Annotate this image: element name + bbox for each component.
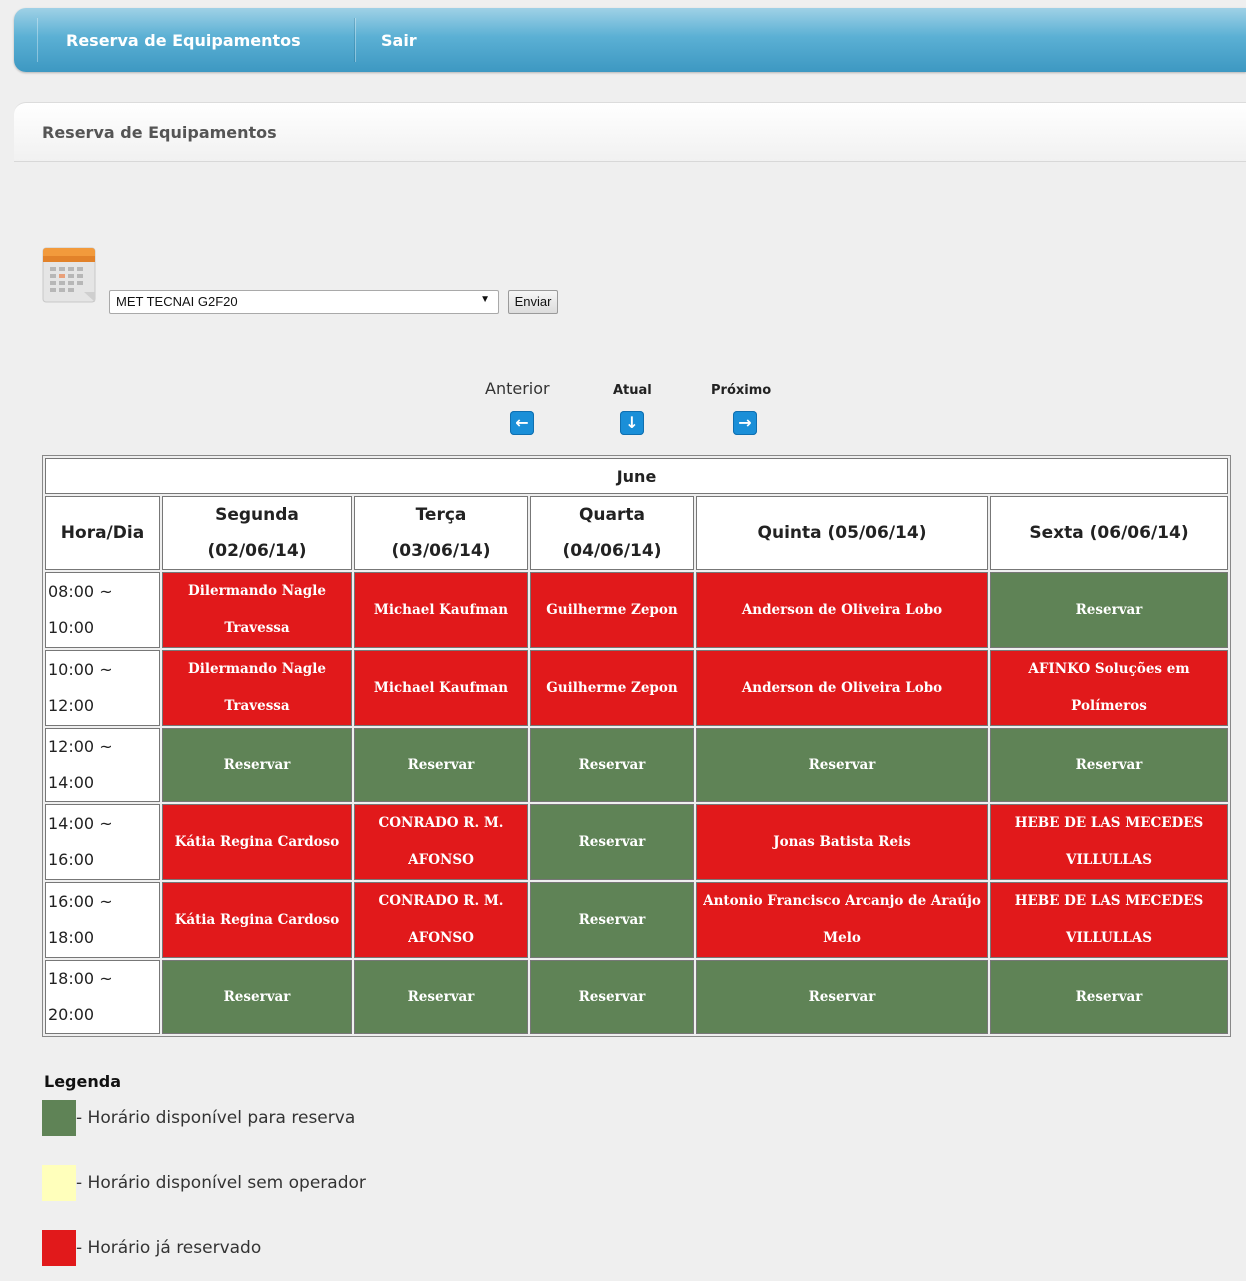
- month-header: June: [45, 458, 1228, 494]
- slot-booked[interactable]: Kátia Regina Cardoso: [162, 804, 352, 880]
- nav-item-sair[interactable]: Sair: [381, 8, 417, 72]
- slot-reservar[interactable]: Reservar: [990, 960, 1228, 1034]
- hour-start: 16:00 ~: [48, 892, 113, 911]
- day-name: Sexta: [1029, 523, 1084, 543]
- day-date: (03/06/14): [391, 541, 491, 561]
- slot-reservar[interactable]: Reservar: [530, 960, 694, 1034]
- hour-start: 10:00 ~: [48, 660, 113, 679]
- slot-reservar[interactable]: Reservar: [530, 728, 694, 802]
- panel-header: Reserva de Equipamentos: [14, 102, 1246, 162]
- legend-label: - Horário já reservado: [76, 1238, 262, 1258]
- hour-end: 10:00: [48, 618, 95, 637]
- nav-item-reserva[interactable]: Reserva de Equipamentos: [66, 8, 301, 72]
- table-row: 12:00 ~14:00 Reservar Reservar Reservar …: [45, 728, 1228, 802]
- slot-booked[interactable]: HEBE DE LAS MECEDES VILLULLAS: [990, 882, 1228, 958]
- legend-title: Legenda: [44, 1072, 121, 1091]
- top-nav-bar: Reserva de Equipamentos Sair: [14, 8, 1246, 72]
- hour-start: 18:00 ~: [48, 969, 113, 988]
- equipment-select-value: MET TECNAI G2F20: [116, 294, 238, 309]
- day-date: (04/06/14): [562, 541, 662, 561]
- slot-reservar[interactable]: Reservar: [162, 728, 352, 802]
- slot-booked[interactable]: CONRADO R. M. AFONSO: [354, 804, 528, 880]
- legend-swatch-available: [42, 1100, 76, 1136]
- slot-booked[interactable]: Antonio Francisco Arcanjo de Araújo Melo: [696, 882, 988, 958]
- slot-reservar[interactable]: Reservar: [696, 728, 988, 802]
- legend-label: - Horário disponível sem operador: [76, 1173, 366, 1193]
- slot-reservar[interactable]: Reservar: [990, 728, 1228, 802]
- day-date: (05/06/14): [827, 523, 927, 543]
- equipment-select[interactable]: MET TECNAI G2F20 ▼: [109, 290, 499, 314]
- table-row: 10:00 ~ 12:00 Dilermando Nagle Travessa M…: [45, 650, 1228, 726]
- triangle-down-icon: ▼: [480, 294, 490, 305]
- table-row: 14:00 ~ 16:00 Kátia Regina Cardoso CONRAD…: [45, 804, 1228, 880]
- prev-week-label: Anterior: [485, 379, 550, 398]
- hour-end: 20:00: [48, 1005, 95, 1024]
- hour-end: 18:00: [48, 928, 95, 947]
- day-header-terca: Terça (03/06/14): [354, 496, 528, 570]
- day-name: Quarta: [578, 505, 645, 525]
- hour-end: 12:00: [48, 696, 95, 715]
- page-title: Reserva de Equipamentos: [42, 123, 277, 142]
- hour-cell: 10:00 ~ 12:00: [45, 650, 160, 726]
- nav-divider: [37, 18, 38, 62]
- slot-booked[interactable]: Michael Kaufman: [354, 572, 528, 648]
- nav-divider: [355, 18, 356, 62]
- arrow-left-icon[interactable]: ←: [510, 411, 534, 435]
- arrow-down-icon[interactable]: ↓: [620, 411, 644, 435]
- corner-header: Hora/Dia: [45, 496, 160, 570]
- day-date: (06/06/14): [1089, 523, 1189, 543]
- submit-button[interactable]: Enviar: [508, 290, 558, 314]
- day-date: (02/06/14): [207, 541, 307, 561]
- hour-start: 12:00 ~: [48, 737, 113, 756]
- slot-booked[interactable]: Dilermando Nagle Travessa: [162, 572, 352, 648]
- day-header-sexta: Sexta (06/06/14): [990, 496, 1228, 570]
- day-name: Quinta: [757, 523, 822, 543]
- hour-cell: 16:00 ~ 18:00: [45, 882, 160, 958]
- slot-booked[interactable]: Anderson de Oliveira Lobo: [696, 572, 988, 648]
- day-header-quinta: Quinta (05/06/14): [696, 496, 988, 570]
- slot-reservar[interactable]: Reservar: [162, 960, 352, 1034]
- current-week-label: Atual: [613, 383, 652, 398]
- hour-cell: 12:00 ~ 14:00: [45, 728, 160, 802]
- hour-start: 08:00 ~: [48, 582, 113, 601]
- arrow-right-icon[interactable]: →: [733, 411, 757, 435]
- slot-booked[interactable]: Anderson de Oliveira Lobo: [696, 650, 988, 726]
- slot-booked[interactable]: Guilherme Zepon: [530, 650, 694, 726]
- hour-start: 14:00 ~: [48, 814, 113, 833]
- day-name: Segunda: [215, 505, 299, 525]
- legend-swatch-booked: [42, 1230, 76, 1266]
- table-row: 18:00 ~20:00 Reservar Reservar Reservar …: [45, 960, 1228, 1034]
- hour-cell: 14:00 ~ 16:00: [45, 804, 160, 880]
- slot-booked[interactable]: Guilherme Zepon: [530, 572, 694, 648]
- calendar-icon: [42, 247, 96, 303]
- slot-reservar[interactable]: Reservar: [990, 572, 1228, 648]
- day-name: Terça: [415, 505, 467, 525]
- slot-booked[interactable]: Dilermando Nagle Travessa: [162, 650, 352, 726]
- table-row: 16:00 ~ 18:00 Kátia Regina Cardoso CONRAD…: [45, 882, 1228, 958]
- slot-reservar[interactable]: Reservar: [354, 728, 528, 802]
- hour-end: 16:00: [48, 850, 95, 869]
- slot-booked[interactable]: Michael Kaufman: [354, 650, 528, 726]
- legend-swatch-no-operator: [42, 1165, 76, 1201]
- table-row: 08:00 ~ 10:00 Dilermando Nagle Travessa M…: [45, 572, 1228, 648]
- slot-booked[interactable]: Jonas Batista Reis: [696, 804, 988, 880]
- schedule-table: June Hora/Dia Segunda (02/06/14) Terça (…: [42, 455, 1231, 1037]
- slot-booked[interactable]: Kátia Regina Cardoso: [162, 882, 352, 958]
- slot-reservar[interactable]: Reservar: [530, 804, 694, 880]
- next-week-label: Próximo: [711, 383, 772, 398]
- legend-label: - Horário disponível para reserva: [76, 1108, 356, 1128]
- slot-reservar[interactable]: Reservar: [696, 960, 988, 1034]
- slot-booked[interactable]: HEBE DE LAS MECEDES VILLULLAS: [990, 804, 1228, 880]
- hour-cell: 08:00 ~ 10:00: [45, 572, 160, 648]
- slot-booked[interactable]: CONRADO R. M. AFONSO: [354, 882, 528, 958]
- slot-reservar[interactable]: Reservar: [530, 882, 694, 958]
- hour-end: 14:00: [48, 773, 95, 792]
- hour-cell: 18:00 ~ 20:00: [45, 960, 160, 1034]
- day-header-segunda: Segunda (02/06/14): [162, 496, 352, 570]
- slot-reservar[interactable]: Reservar: [354, 960, 528, 1034]
- slot-booked[interactable]: AFINKO Soluções em Polímeros: [990, 650, 1228, 726]
- day-header-quarta: Quarta (04/06/14): [530, 496, 694, 570]
